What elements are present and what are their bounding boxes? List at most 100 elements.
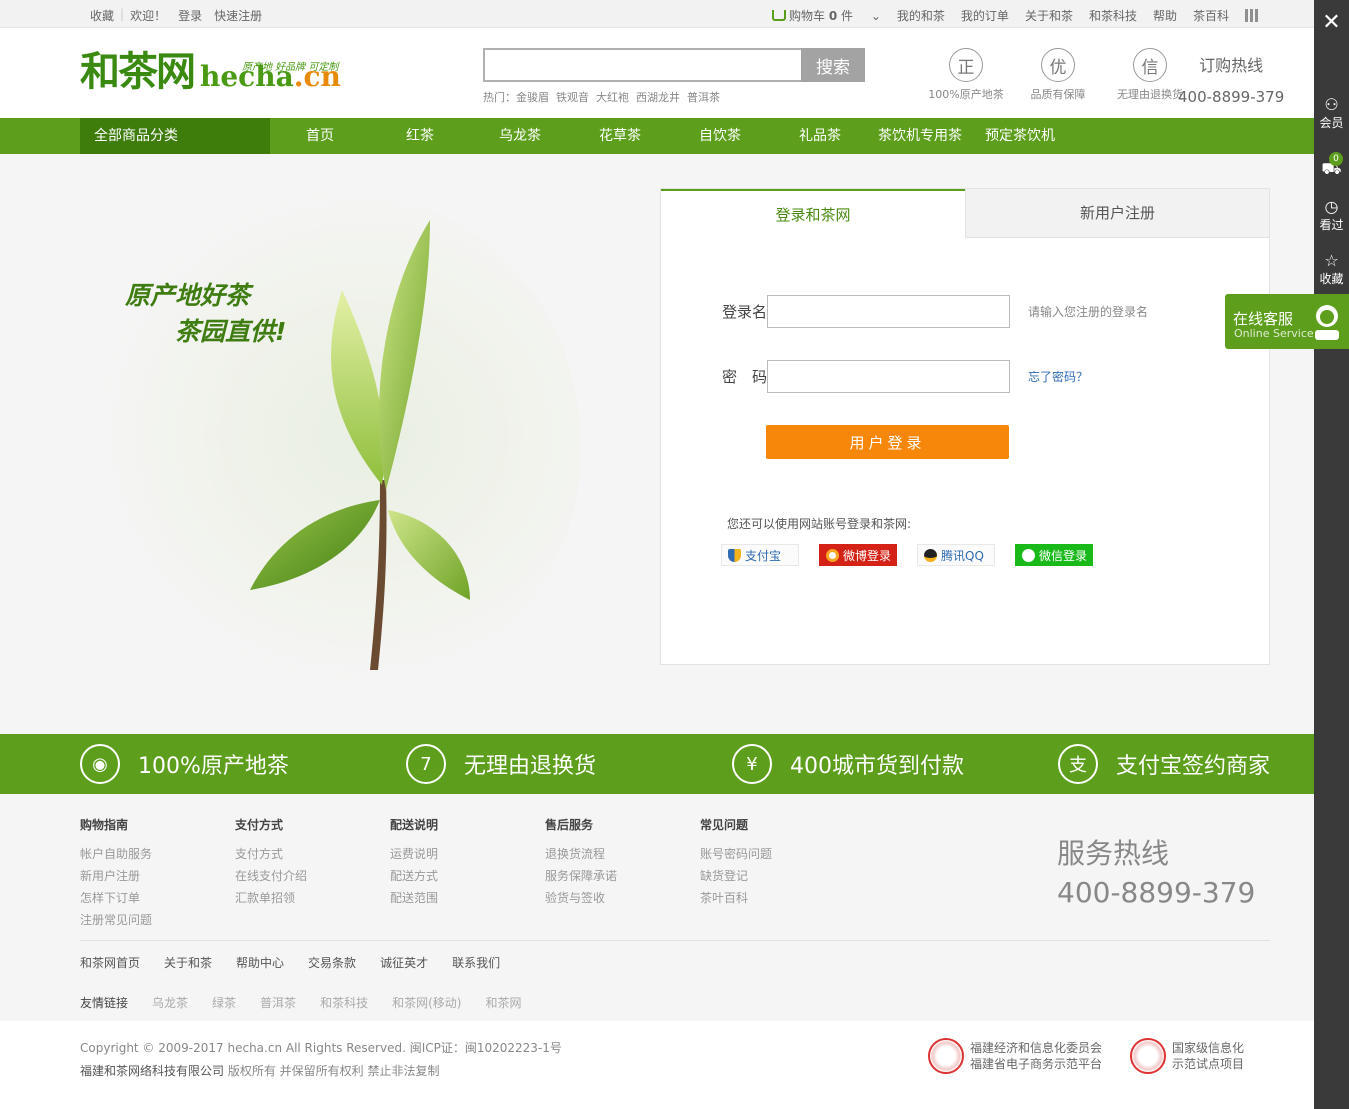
nav-item-self-drink[interactable]: 自饮茶 <box>670 118 770 154</box>
sidebar-viewed[interactable]: ◷ 看过 <box>1314 198 1349 233</box>
username-row: 登录名 请输入您注册的登录名 <box>701 295 1148 328</box>
nav-item-herbal[interactable]: 花草茶 <box>570 118 670 154</box>
copyright-text: Copyright © 2009-2017 hecha.cn All Right… <box>80 1041 562 1055</box>
hotline-title: 订购热线 <box>1199 56 1264 75</box>
wechat-login-button[interactable]: 微信登录 <box>1015 544 1093 566</box>
footer-col-aftersales: 售后服务 退换货流程 服务保障承诺 验货与签收 <box>545 818 618 905</box>
cert-fujian[interactable]: 福建经济和信息化委员会 福建省电子商务示范平台 <box>928 1038 1102 1074</box>
hot-item[interactable]: 金骏眉 <box>516 91 549 104</box>
footer-col-payment: 支付方式 支付方式 在线支付介绍 汇款单招领 <box>235 818 308 905</box>
welcome-text: 欢迎！ <box>130 9 167 23</box>
tab-register[interactable]: 新用户注册 <box>965 189 1269 238</box>
sidebar-cart[interactable]: 0 ⛟ <box>1314 152 1349 178</box>
password-input[interactable] <box>767 360 1010 393</box>
qr-code-icon[interactable] <box>1245 9 1258 22</box>
footer-link[interactable]: 联系我们 <box>452 954 500 971</box>
all-categories-button[interactable]: 全部商品分类 <box>80 118 270 154</box>
sidebar-favorite[interactable]: ☆ 收藏 <box>1314 252 1349 287</box>
nav-item-preorder-machine[interactable]: 预定茶饮机 <box>970 118 1070 154</box>
login-link[interactable]: 登录 <box>172 7 208 24</box>
hotline-number: 400-8899-379 <box>1178 88 1285 106</box>
forgot-password-link[interactable]: 忘了密码？ <box>1028 368 1088 385</box>
login-panel: 登录和茶网 新用户注册 登录名 请输入您注册的登录名 密 码 忘了密码？ 用户登… <box>660 188 1270 665</box>
right-sidebar: ✕ ⚇ 会员 0 ⛟ ◷ 看过 ☆ 收藏 <box>1314 0 1349 1109</box>
footer-link[interactable]: 关于和茶 <box>164 954 212 971</box>
nav-item-oolong[interactable]: 乌龙茶 <box>470 118 570 154</box>
friend-link[interactable]: 和茶网 <box>485 994 521 1011</box>
nav-item-gift[interactable]: 礼品茶 <box>770 118 870 154</box>
quick-register-link[interactable]: 快速注册 <box>208 7 268 24</box>
my-orders-link[interactable]: 我的订单 <box>961 7 1009 24</box>
tab-login[interactable]: 登录和茶网 <box>661 189 965 238</box>
friend-link[interactable]: 和茶网(移动) <box>392 994 461 1011</box>
feature-cod: ¥400城市货到付款 <box>732 744 964 784</box>
yen-icon: ¥ <box>732 744 772 784</box>
seal-icon <box>928 1038 964 1074</box>
clock-icon: ◷ <box>1324 197 1339 216</box>
weibo-login-button[interactable]: 微博登录 <box>819 544 897 566</box>
company-name: 福建和茶网络科技有限公司 <box>80 1064 225 1078</box>
order-hotline: 订购热线 400-8899-379 <box>1178 52 1284 106</box>
nav-item-black-tea[interactable]: 红茶 <box>370 118 470 154</box>
login-button[interactable]: 用户登录 <box>766 425 1009 459</box>
footer-link[interactable]: 帮助中心 <box>236 954 284 971</box>
search-button[interactable]: 搜索 <box>801 48 865 82</box>
badge-quality: 优品质有保障 <box>1018 48 1098 102</box>
hot-item[interactable]: 铁观音 <box>556 91 589 104</box>
password-row: 密 码 忘了密码？ <box>701 360 1088 393</box>
online-service-button[interactable]: 在线客服 Online Service <box>1225 294 1349 349</box>
social-login-buttons: 支付宝 微博登录 腾讯QQ 微信登录 <box>721 544 1093 566</box>
star-icon: ☆ <box>1324 251 1339 270</box>
headset-agent-icon <box>1315 305 1339 340</box>
top-bar: 收藏 | 欢迎！ 登录 快速注册 购物车 0 件 ⌄ 我的和茶 我的订单 关于和… <box>0 0 1314 28</box>
weibo-icon <box>826 548 839 562</box>
hot-item[interactable]: 普洱茶 <box>687 91 720 104</box>
seal-icon <box>1130 1038 1166 1074</box>
logo[interactable]: 和茶网 hecha.cn 原产地 好品牌 可定制 <box>80 50 341 94</box>
footer-col-faq: 常见问题 账号密码问题 缺货登记 茶叶百科 <box>700 818 773 905</box>
footer-columns: 购物指南 帐户自助服务 新用户注册 怎样下订单 注册常见问题 支付方式 支付方式… <box>80 816 855 931</box>
tech-link[interactable]: 和茶科技 <box>1089 7 1137 24</box>
login-tabs: 登录和茶网 新用户注册 <box>661 189 1269 238</box>
cert-national[interactable]: 国家级信息化 示范试点项目 <box>1130 1038 1244 1074</box>
hot-item[interactable]: 大红袍 <box>596 91 629 104</box>
footer-col-delivery: 配送说明 运费说明 配送方式 配送范围 <box>390 818 439 905</box>
password-label: 密 码 <box>721 368 767 386</box>
qq-penguin-icon <box>924 548 937 562</box>
alipay-login-button[interactable]: 支付宝 <box>721 544 799 566</box>
online-service-subtitle: Online Service <box>1234 327 1314 340</box>
service-hotline-number: 400-8899-379 <box>1057 876 1256 909</box>
qq-login-button[interactable]: 腾讯QQ <box>917 544 995 566</box>
about-link[interactable]: 关于和茶 <box>1025 7 1073 24</box>
footer-link[interactable]: 和茶网首页 <box>80 954 140 971</box>
sidebar-member[interactable]: ⚇ 会员 <box>1314 96 1349 131</box>
username-label: 登录名 <box>721 303 767 321</box>
tea-wiki-link[interactable]: 茶百科 <box>1193 7 1229 24</box>
hot-item[interactable]: 西湖龙井 <box>636 91 680 104</box>
my-hecha-link[interactable]: 我的和茶 <box>897 7 945 24</box>
favorite-link[interactable]: 收藏 <box>84 7 120 24</box>
nav-item-machine-tea[interactable]: 茶饮机专用茶 <box>870 118 970 154</box>
friend-link[interactable]: 普洱茶 <box>260 994 296 1011</box>
footer-link[interactable]: 交易条款 <box>308 954 356 971</box>
footer-divider <box>80 940 1270 941</box>
nav-item-home[interactable]: 首页 <box>270 118 370 154</box>
feature-return: 7 无理由退换货 <box>406 744 596 784</box>
footer-link[interactable]: 诚征英才 <box>380 954 428 971</box>
username-input[interactable] <box>767 295 1010 328</box>
friend-link[interactable]: 乌龙茶 <box>152 994 188 1011</box>
third-party-login-text: 您还可以使用网站账号登录和茶网: <box>727 517 912 531</box>
hero-image: 原产地好茶 茶园直供! <box>80 180 580 700</box>
friend-link[interactable]: 和茶科技 <box>320 994 368 1011</box>
search-input[interactable] <box>483 48 801 82</box>
chevron-down-icon: ⌄ <box>870 9 881 23</box>
cart-link[interactable]: 购物车 0 件 ⌄ <box>771 7 881 24</box>
close-icon[interactable]: ✕ <box>1314 0 1349 48</box>
friend-link[interactable]: 绿茶 <box>212 994 236 1011</box>
friend-links-label: 友情链接 <box>80 996 129 1010</box>
header: 和茶网 hecha.cn 原产地 好品牌 可定制 搜索 热门：金骏眉 铁观音 大红袍… <box>0 28 1314 118</box>
guarantee-badges: 正 100%原产地茶 优品质有保障 信无理由退换货 <box>926 48 1190 102</box>
hero-slogan-line1: 原产地好茶 <box>125 281 251 310</box>
help-link[interactable]: 帮助 <box>1153 7 1177 24</box>
cart-count: 0 <box>828 9 838 23</box>
